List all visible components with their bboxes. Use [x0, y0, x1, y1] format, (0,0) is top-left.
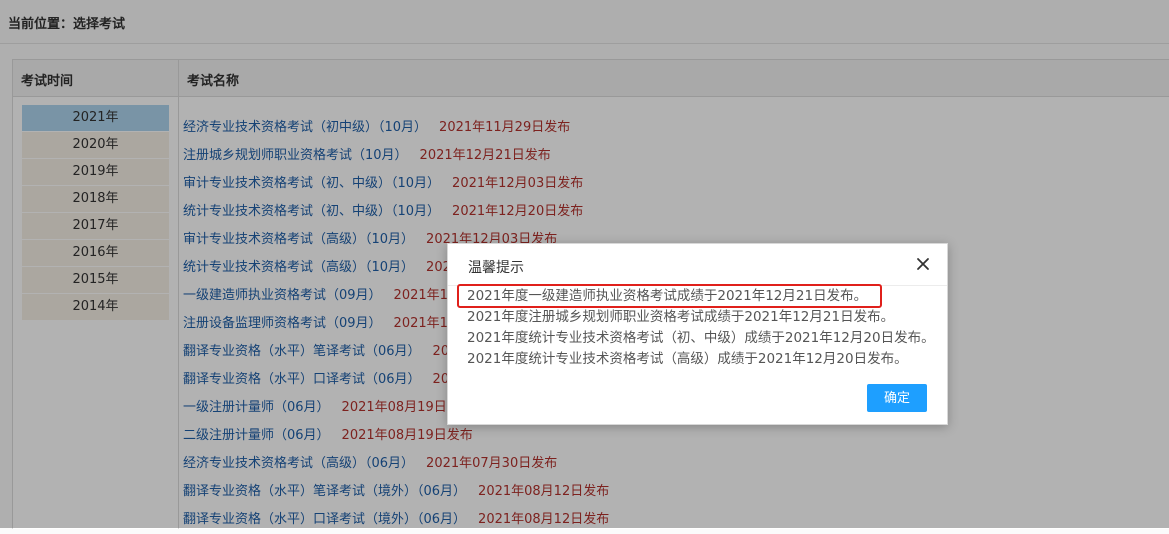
dialog-message: 2021年度统计专业技术资格考试（高级）成绩于2021年12月20日发布。: [467, 351, 908, 367]
close-icon[interactable]: [915, 256, 931, 272]
notice-dialog: 温馨提示 2021年度一级建造师执业资格考试成绩于2021年12月21日发布。 2…: [447, 243, 948, 425]
dialog-message: 2021年度注册城乡规划师职业资格考试成绩于2021年12月21日发布。: [467, 309, 895, 325]
highlight-box: [457, 284, 882, 308]
dialog-title: 温馨提示: [468, 260, 524, 276]
dialog-message: 2021年度统计专业技术资格考试（初、中级）成绩于2021年12月20日发布。: [467, 330, 935, 346]
confirm-button[interactable]: 确定: [867, 384, 927, 412]
